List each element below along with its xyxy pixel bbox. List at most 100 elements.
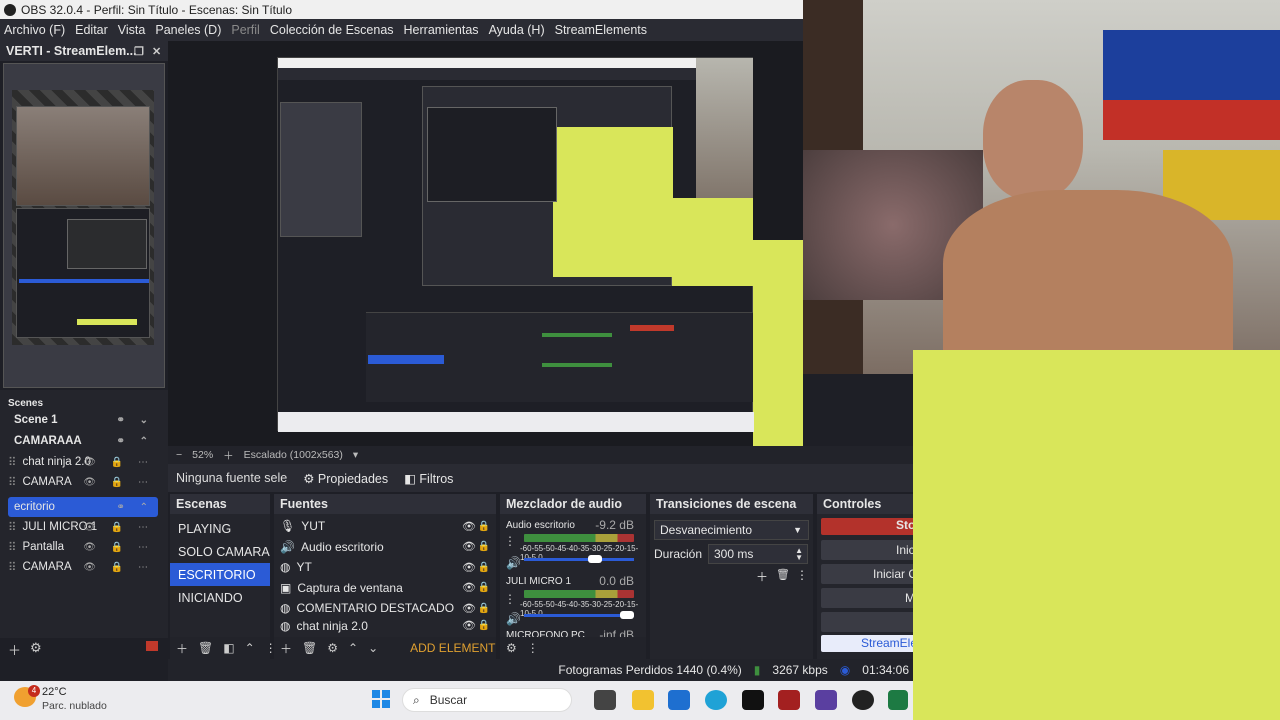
volume-slider-handle[interactable] xyxy=(620,611,634,619)
eye-icon[interactable]: 👁 xyxy=(462,602,476,615)
eye-icon[interactable]: 👁 xyxy=(462,540,476,553)
start-recording-button[interactable]: Inic xyxy=(821,540,913,560)
gear-icon[interactable]: ⚙ xyxy=(30,640,42,656)
move-down-icon[interactable]: ⌄ xyxy=(368,641,378,655)
menu-editar[interactable]: Editar xyxy=(75,23,108,37)
gear-icon[interactable]: ⚙ xyxy=(327,641,338,655)
lock-icon[interactable]: 🔒 xyxy=(478,521,490,532)
delete-transition-icon[interactable]: 🗑 xyxy=(776,568,790,581)
delete-scene-icon[interactable]: 🗑 xyxy=(198,641,213,655)
lock-icon[interactable]: 🔒 xyxy=(478,603,490,614)
weather-desc[interactable]: Parc. nublado xyxy=(42,700,107,712)
chevron-down-icon[interactable]: ▾ xyxy=(353,449,358,461)
left-scene-item[interactable]: ⠿ JULI MICRO 1 👁 🔒 ⋯ xyxy=(8,517,158,537)
left-scene-item-selected[interactable]: ecritorio ⚭ ⌃ xyxy=(8,497,158,517)
source-item[interactable]: ◍ YT 👁 🔒 xyxy=(274,557,496,578)
obs-taskbar-icon[interactable] xyxy=(852,690,874,710)
scene-item[interactable]: SOLO CAMARA xyxy=(170,540,270,563)
add-transition-icon[interactable]: ＋ xyxy=(756,568,768,585)
source-item[interactable]: ◍ COMENTARIO DESTACADO 👁 🔒 xyxy=(274,598,496,619)
lock-icon[interactable]: 🔒 xyxy=(478,620,490,631)
streamelements-button[interactable]: StreamEle xyxy=(821,635,913,652)
menu-paneles[interactable]: Paneles (D) xyxy=(155,23,221,37)
record-icon[interactable] xyxy=(146,641,158,651)
left-scene-item[interactable]: ⠿ Pantalla 👁 🔒 ⋯ xyxy=(8,537,158,557)
menu-coleccion[interactable]: Colección de Escenas xyxy=(270,23,394,37)
left-scene-item[interactable]: ⠿ chat ninja 2.0 👁 🔒 ⋯ xyxy=(8,452,158,472)
menu-herramientas[interactable]: Herramientas xyxy=(404,23,479,37)
weather-temp[interactable]: 22°C xyxy=(42,686,67,698)
zoom-level[interactable]: 52% xyxy=(192,449,213,461)
eye-lock-icon[interactable]: 👁 🔒 ⋯ xyxy=(83,522,154,533)
taskbar-search[interactable]: ⌕ Buscar xyxy=(402,688,572,712)
excel-icon[interactable] xyxy=(888,690,908,710)
scene-item[interactable]: INICIANDO xyxy=(170,586,270,609)
float-icon[interactable]: ❐ xyxy=(134,45,144,58)
menu-perfil[interactable]: Perfil xyxy=(231,23,259,37)
scene-item-controls-icon[interactable]: ⚭ ⌃ xyxy=(116,436,154,447)
menu-ayuda[interactable]: Ayuda (H) xyxy=(489,23,545,37)
channel-menu-icon[interactable]: ⋮ xyxy=(504,534,516,548)
source-item[interactable]: ▣ Captura de ventana 👁 🔒 xyxy=(274,578,496,599)
eye-lock-icon[interactable]: 👁 🔒 ⋯ xyxy=(83,457,154,468)
zoom-minus-icon[interactable]: − xyxy=(176,449,182,461)
add-scene-icon[interactable]: ＋ xyxy=(176,640,188,657)
scene-item-controls-icon[interactable]: ⚭ ⌃ xyxy=(116,502,154,513)
eye-icon[interactable]: 👁 xyxy=(462,619,476,632)
app-icon[interactable] xyxy=(778,690,800,710)
more-icon[interactable]: ⋮ xyxy=(527,641,539,655)
source-item[interactable]: 🎙 YUT 👁 🔒 xyxy=(274,516,496,537)
delete-source-icon[interactable]: 🗑 xyxy=(302,641,317,655)
source-item[interactable]: ◍ chat ninja 2.0 👁 🔒 xyxy=(274,619,496,633)
eye-icon[interactable]: 👁 xyxy=(462,561,476,574)
mixer-settings-icon[interactable]: ⚙ xyxy=(506,641,517,655)
properties-button[interactable]: ⚙ Propiedades xyxy=(303,471,388,486)
volume-slider[interactable] xyxy=(524,614,634,617)
lock-icon[interactable]: 🔒 xyxy=(478,562,490,573)
drag-handle-icon[interactable]: ⠿ xyxy=(8,475,16,489)
eye-icon[interactable]: 👁 xyxy=(462,520,476,533)
stepper-icon[interactable]: ▲ ▼ xyxy=(795,547,803,562)
eye-lock-icon[interactable]: 👁 🔒 ⋯ xyxy=(83,477,154,488)
scene-item-selected[interactable]: ESCRITORIO xyxy=(170,563,270,586)
volume-slider-handle[interactable] xyxy=(588,555,602,563)
add-element-button[interactable]: ADD ELEMENT xyxy=(410,641,495,655)
tiktok-icon[interactable] xyxy=(742,690,764,710)
left-scene-item[interactable]: ⠿ CAMARA 👁 🔒 ⋯ xyxy=(8,472,158,492)
channel-menu-icon[interactable]: ⋮ xyxy=(504,592,516,606)
speaker-icon[interactable]: 🔊 xyxy=(506,556,521,570)
eye-icon[interactable]: 👁 xyxy=(462,581,476,594)
drag-handle-icon[interactable]: ⠿ xyxy=(8,455,16,469)
filter-icon[interactable]: ◧ xyxy=(223,641,234,655)
drag-handle-icon[interactable]: ⠿ xyxy=(8,560,16,574)
windows-start-icon[interactable] xyxy=(372,690,390,708)
settings-button[interactable] xyxy=(821,612,913,632)
move-up-icon[interactable]: ⌃ xyxy=(348,641,358,655)
left-scene-item[interactable]: CAMARAAA ⚭ ⌃ xyxy=(8,431,158,451)
zoom-plus-icon[interactable]: ＋ xyxy=(223,448,234,463)
drag-handle-icon[interactable]: ⠿ xyxy=(8,520,16,534)
speaker-icon[interactable]: 🔊 xyxy=(506,612,521,626)
file-explorer-icon[interactable] xyxy=(632,690,654,710)
edge-icon[interactable] xyxy=(705,690,727,710)
scaling-label[interactable]: Escalado (1002x563) xyxy=(244,449,343,461)
filters-button[interactable]: ◧ Filtros xyxy=(404,471,453,486)
virtual-camera-button[interactable]: Iniciar C xyxy=(821,564,913,584)
menu-streamelements[interactable]: StreamElements xyxy=(555,23,647,37)
store-icon[interactable] xyxy=(668,690,690,710)
scene-item[interactable]: PLAYING xyxy=(170,517,270,540)
eye-lock-icon[interactable]: 👁 🔒 ⋯ xyxy=(83,542,154,553)
volume-slider[interactable] xyxy=(524,558,634,561)
lock-icon[interactable]: 🔒 xyxy=(478,541,490,552)
lock-icon[interactable]: 🔒 xyxy=(478,582,490,593)
source-item[interactable]: 🔊 Audio escritorio 👁 🔒 xyxy=(274,537,496,558)
menu-vista[interactable]: Vista xyxy=(118,23,146,37)
studio-mode-button[interactable]: M xyxy=(821,588,913,608)
task-view-icon[interactable] xyxy=(594,690,616,710)
drag-handle-icon[interactable]: ⠿ xyxy=(8,540,16,554)
left-scene-item[interactable]: Scene 1 ⚭ ⌄ xyxy=(8,410,158,430)
game-icon[interactable] xyxy=(815,690,837,710)
eye-lock-icon[interactable]: 👁 🔒 ⋯ xyxy=(83,562,154,573)
left-scene-item[interactable]: ⠿ CAMARA 👁 🔒 ⋯ xyxy=(8,557,158,577)
add-icon[interactable]: ＋ xyxy=(8,640,21,659)
